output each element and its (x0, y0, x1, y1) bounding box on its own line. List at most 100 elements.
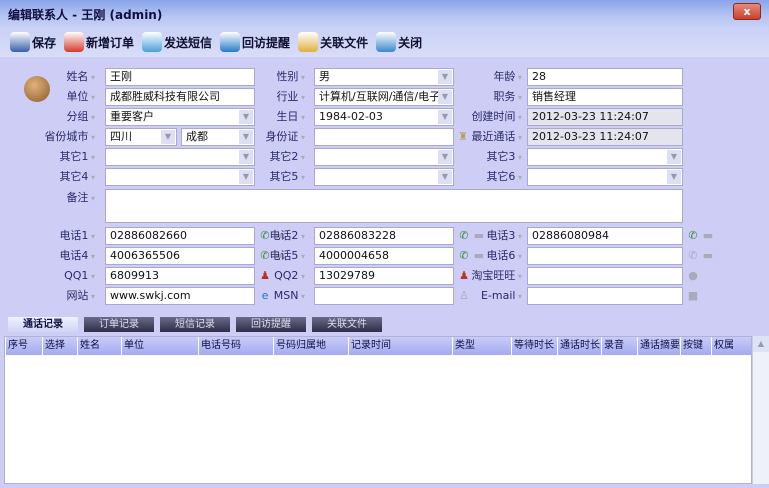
send-sms-icon (142, 32, 163, 52)
phone3-value: 02886080984 (532, 229, 609, 242)
industry-field[interactable]: 计算机/互联网/通信/电子 ▼ (314, 88, 454, 106)
phone1-value: 02886082660 (110, 229, 187, 242)
province_city-field[interactable]: 四川 ▼ (105, 128, 177, 146)
msn-label: MSN (240, 287, 305, 305)
tab-0[interactable]: 通话记录 (8, 317, 78, 332)
column-header[interactable]: 类型 (452, 337, 511, 355)
group-field[interactable]: 重要客户 ▼ (105, 108, 255, 126)
tab-3[interactable]: 回访提醒 (236, 317, 306, 332)
age-field[interactable]: 28 (527, 68, 683, 86)
column-header[interactable]: 姓名 (77, 337, 121, 355)
column-header[interactable]: 电话号码 (198, 337, 273, 355)
tab-1[interactable]: 订单记录 (84, 317, 154, 332)
qq1-field[interactable]: 6809913 (105, 267, 255, 285)
toolbar-button-new-order[interactable]: 新增订单 (64, 32, 134, 52)
other4-field[interactable]: ▼ (105, 168, 255, 186)
phone1-field[interactable]: 02886082660 (105, 227, 255, 245)
toolbar-button-label: 发送短信 (164, 35, 213, 50)
birthday-label: 生日 (240, 108, 305, 126)
email-icon[interactable]: ■ (686, 289, 700, 303)
phone5-value: 4000004658 (319, 249, 389, 262)
column-header[interactable]: 单位 (121, 337, 198, 355)
company-field[interactable]: 成都胜威科技有限公司 (105, 88, 255, 106)
industry-value: 计算机/互联网/通信/电子 (319, 90, 441, 103)
name-value: 王刚 (110, 70, 132, 83)
reminder-icon (220, 32, 241, 52)
industry-label: 行业 (240, 88, 305, 106)
other4-label: 其它4 (20, 168, 95, 186)
column-header[interactable]: 权属 (711, 337, 751, 355)
created-label: 创建时间 (440, 108, 522, 126)
title-bar: 编辑联系人 - 王刚 (admin) x (0, 0, 769, 27)
gender-field[interactable]: 男 ▼ (314, 68, 454, 86)
last_call-value: 2012-03-23 11:24:07 (532, 130, 649, 143)
website-field[interactable]: www.swkj.com (105, 287, 255, 305)
company-value: 成都胜威科技有限公司 (110, 90, 220, 103)
group-label: 分组 (20, 108, 95, 126)
other2-field[interactable]: ▼ (314, 148, 454, 166)
toolbar-button-reminder[interactable]: 回访提醒 (220, 32, 290, 52)
toolbar-button-folder[interactable]: 关联文件 (298, 32, 368, 52)
qq2-field[interactable]: 13029789 (314, 267, 454, 285)
call-record-grid: 序号 选择 姓名 单位 电话号码 号码归属地 记录时间 类型 等待时长 通话时长 录音 通话摘要 按键权… (4, 336, 752, 484)
birthday-field[interactable]: 1984-02-03 ▼ (314, 108, 454, 126)
phone2-field[interactable]: 02886083228 (314, 227, 454, 245)
toolbar-button-label: 新增订单 (86, 35, 135, 50)
msn-field[interactable] (314, 287, 454, 305)
column-header[interactable]: 通话摘要 (637, 337, 680, 355)
website-label: 网站 (20, 287, 95, 305)
dial-phone-icon[interactable]: ✆ (686, 229, 700, 243)
grid-scrollbar[interactable]: ▲ (752, 336, 769, 484)
other6-field[interactable]: ▼ (527, 168, 683, 186)
sms-icon[interactable]: ▬ (701, 249, 715, 263)
tab-2[interactable]: 短信记录 (160, 317, 230, 332)
id_card-label: 身份证 (240, 128, 305, 146)
toolbar: 保存 新增订单 发送短信 回访提醒 关联文件 关闭 (0, 27, 769, 57)
qq1-label: QQ1 (20, 267, 95, 285)
wangwang-field[interactable] (527, 267, 683, 285)
other1-label: 其它1 (20, 148, 95, 166)
other3-field[interactable]: ▼ (527, 148, 683, 166)
find-icon[interactable]: ♜ (456, 130, 470, 144)
phone4-label: 电话4 (20, 247, 95, 265)
column-header[interactable]: 等待时长 (511, 337, 557, 355)
other1-field[interactable]: ▼ (105, 148, 255, 166)
phone4-field[interactable]: 4006365506 (105, 247, 255, 265)
other6-label: 其它6 (440, 168, 522, 186)
scroll-up-icon[interactable]: ▲ (753, 336, 769, 352)
name-field[interactable]: 王刚 (105, 68, 255, 86)
phone3-field[interactable]: 02886080984 (527, 227, 683, 245)
column-header[interactable]: 录音 (601, 337, 637, 355)
column-header[interactable]: 序号 (5, 337, 42, 355)
dropdown-arrow-icon[interactable]: ▼ (667, 150, 681, 164)
tab-4[interactable]: 关联文件 (312, 317, 382, 332)
email-field[interactable] (527, 287, 683, 305)
city-value: 成都 (186, 130, 208, 143)
province_city-label: 省份城市 (20, 128, 95, 146)
phone6-field[interactable] (527, 247, 683, 265)
toolbar-button-save[interactable]: 保存 (10, 32, 56, 52)
column-header[interactable]: 通话时长 (557, 337, 601, 355)
column-header[interactable]: 号码归属地 (273, 337, 348, 355)
other2-label: 其它2 (240, 148, 305, 166)
id_card-field[interactable] (314, 128, 454, 146)
toolbar-button-send-sms[interactable]: 发送短信 (142, 32, 212, 52)
company-label: 单位 (20, 88, 95, 106)
column-header[interactable]: 按键 (680, 337, 711, 355)
dial-phone-icon[interactable]: ✆ (686, 249, 700, 263)
remark-field[interactable] (105, 189, 683, 223)
other5-field[interactable]: ▼ (314, 168, 454, 186)
phone4-value: 4006365506 (110, 249, 180, 262)
dropdown-arrow-icon[interactable]: ▼ (667, 170, 681, 184)
column-header[interactable]: 选择 (42, 337, 77, 355)
phone2-value: 02886083228 (319, 229, 396, 242)
window-close-button[interactable]: x (733, 3, 761, 20)
wangwang-icon[interactable]: ● (686, 269, 700, 283)
phone5-field[interactable]: 4000004658 (314, 247, 454, 265)
column-header[interactable]: 记录时间 (348, 337, 452, 355)
toolbar-button-close-door[interactable]: 关闭 (376, 32, 422, 52)
sms-icon[interactable]: ▬ (701, 229, 715, 243)
toolbar-button-label: 保存 (32, 35, 57, 50)
dropdown-arrow-icon[interactable]: ▼ (161, 130, 175, 144)
position-field[interactable]: 销售经理 (527, 88, 683, 106)
